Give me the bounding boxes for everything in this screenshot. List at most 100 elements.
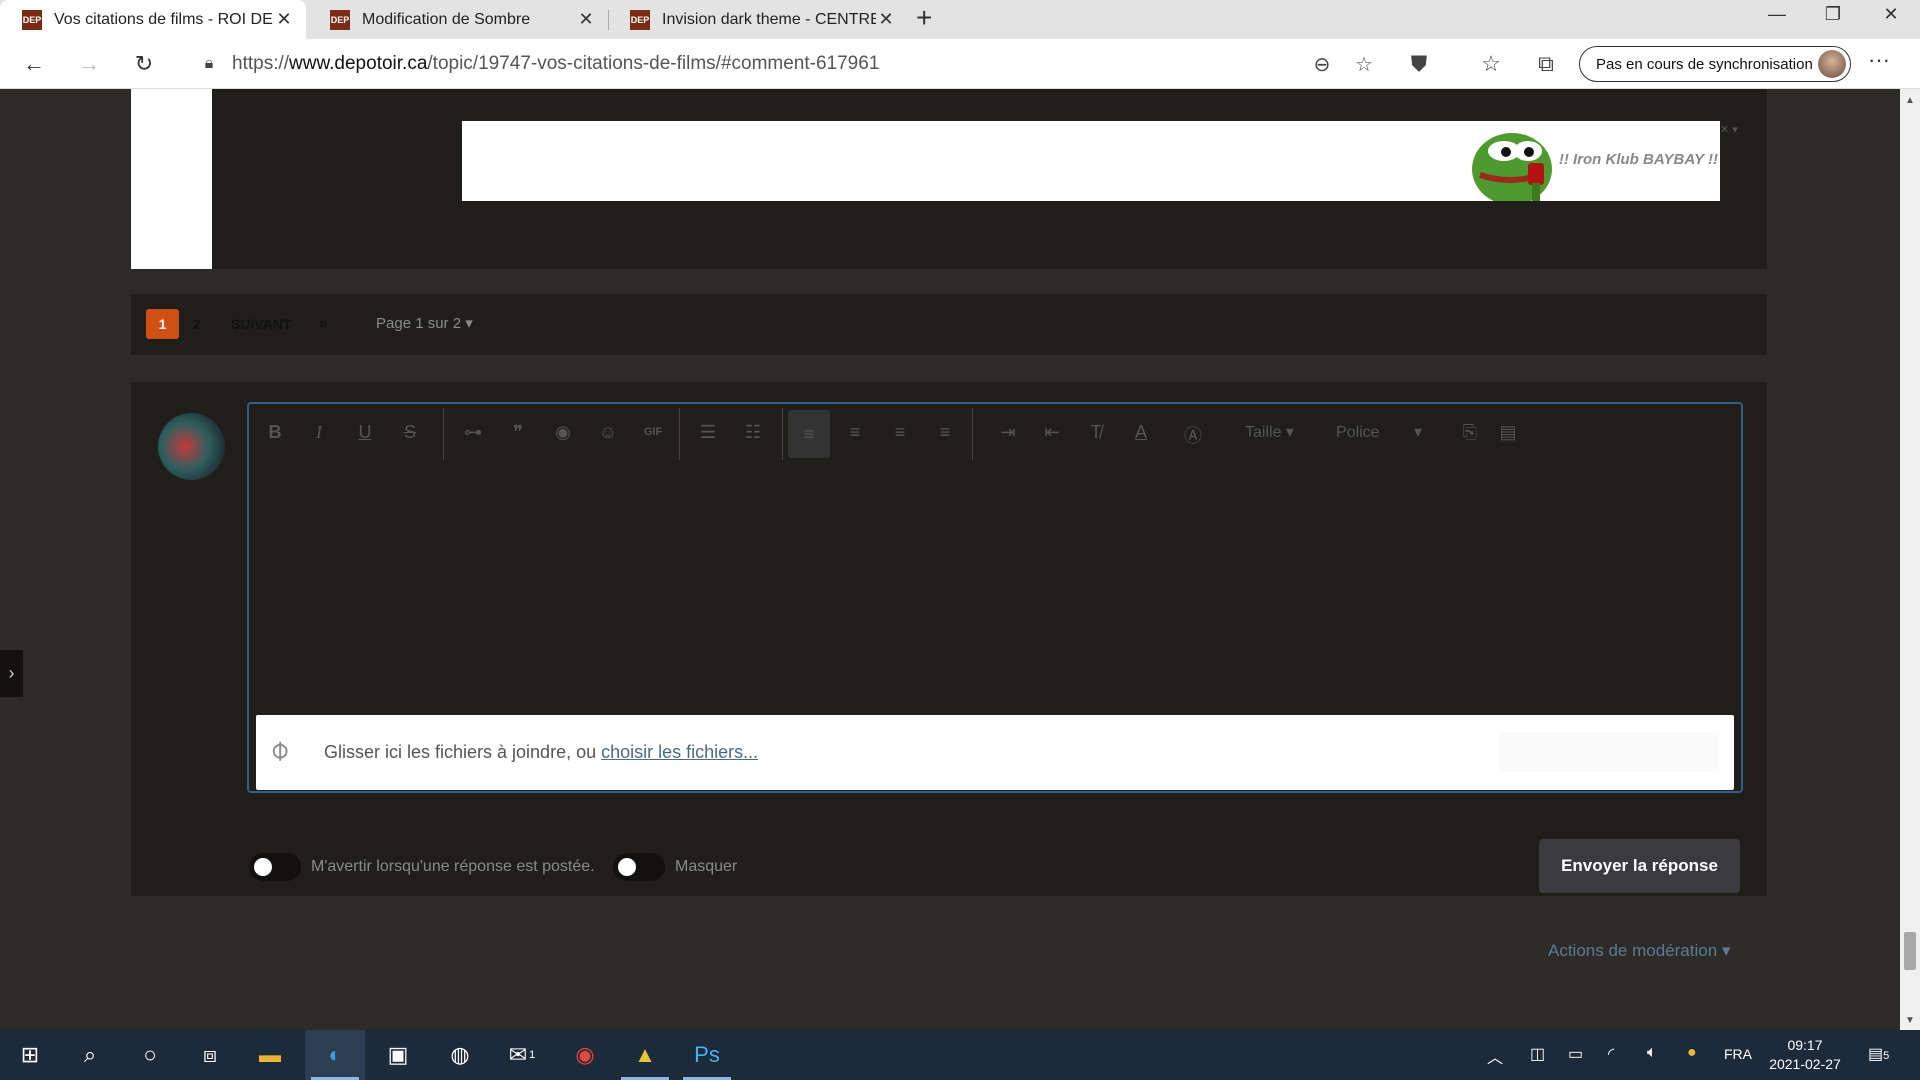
sidebar-expand-chevron-icon[interactable]: › bbox=[0, 650, 23, 697]
notify-option[interactable]: M'avertir lorsqu'une réponse est postée. bbox=[249, 853, 595, 881]
scroll-up-icon[interactable]: ▲ bbox=[1905, 95, 1915, 106]
close-icon[interactable]: ✕ bbox=[876, 9, 896, 30]
outdent-icon[interactable]: ⇤ bbox=[1036, 422, 1068, 443]
store-icon[interactable]: ▣ bbox=[368, 1030, 428, 1080]
mail-icon[interactable]: ✉ 1 bbox=[492, 1030, 552, 1080]
depotoir-favicon-icon: DEP bbox=[22, 9, 42, 30]
search-icon[interactable]: ⌕ bbox=[60, 1030, 120, 1080]
last-page-button[interactable]: » bbox=[319, 309, 328, 339]
clear-format-icon[interactable]: T̸ bbox=[1080, 422, 1112, 443]
moderation-actions-dropdown[interactable]: Actions de modération ▾ bbox=[1548, 941, 1730, 961]
vlc-cone-icon[interactable]: ▲ bbox=[615, 1030, 675, 1080]
background-color-icon[interactable]: Ⓐ bbox=[1177, 422, 1209, 448]
page-1-button[interactable]: 1 bbox=[146, 309, 179, 339]
choose-files-link[interactable]: choisir les fichiers... bbox=[601, 742, 758, 762]
more-menu-icon[interactable]: ··· bbox=[1868, 47, 1890, 73]
collections-icon[interactable]: ⧉ bbox=[1531, 51, 1561, 77]
align-left-icon[interactable]: ≡ bbox=[788, 410, 830, 458]
tab-modification-sombre[interactable]: DEP Modification de Sombre ✕ bbox=[308, 0, 608, 39]
next-page-button[interactable]: SUIVANT bbox=[231, 309, 291, 339]
text-color-icon[interactable]: A bbox=[1125, 422, 1157, 443]
task-view-icon[interactable]: ⧈ bbox=[180, 1030, 240, 1080]
signature-banner: !! Iron Klub BAYBAY !! bbox=[462, 121, 1720, 201]
attachment-dropzone[interactable]: ⌀ Glisser ici les fichiers à joindre, ou… bbox=[256, 715, 1734, 790]
notification-center-icon[interactable]: ▤5 bbox=[1868, 1044, 1889, 1064]
emoji-icon[interactable]: ☺ bbox=[592, 422, 624, 443]
gif-icon[interactable]: GIF bbox=[637, 426, 669, 438]
rich-text-editor[interactable]: B I U S ⊶ ❞ ◉ ☺ GIF ☰ ☷ ≡ ≡ ≡ ≡ ⇥ ⇤ T̸ A… bbox=[247, 402, 1743, 793]
hide-option[interactable]: Masquer bbox=[613, 853, 737, 881]
source-code-icon[interactable]: ⎘ bbox=[1454, 422, 1486, 443]
close-icon[interactable]: ✕ bbox=[274, 9, 294, 30]
reply-form: B I U S ⊶ ❞ ◉ ☺ GIF ☰ ☷ ≡ ≡ ≡ ≡ ⇥ ⇤ T̸ A… bbox=[131, 382, 1767, 896]
minimize-icon[interactable]: — bbox=[1762, 4, 1792, 25]
bold-icon[interactable]: B bbox=[259, 422, 291, 443]
page-scrollbar[interactable]: ▲ ▼ bbox=[1900, 89, 1920, 1030]
caret-down-icon: ▾ bbox=[465, 315, 473, 332]
wifi-icon[interactable]: ◜ bbox=[1608, 1044, 1614, 1064]
shield-extension-icon[interactable]: ⛊ bbox=[1404, 51, 1434, 77]
sync-label: Pas en cours de synchronisation bbox=[1596, 55, 1813, 73]
file-explorer-icon[interactable]: ▬ bbox=[240, 1030, 300, 1080]
strikethrough-icon[interactable]: S bbox=[394, 422, 426, 443]
new-tab-plus-icon[interactable]: + bbox=[916, 2, 932, 34]
lock-icon[interactable]: 🔒︎ bbox=[194, 55, 224, 73]
italic-icon[interactable]: I bbox=[303, 422, 335, 443]
page-2-button[interactable]: 2 bbox=[193, 309, 201, 339]
align-center-icon[interactable]: ≡ bbox=[839, 422, 871, 443]
volume-icon[interactable]: 🔈︎ bbox=[1647, 1044, 1657, 1062]
font-family-dropdown[interactable]: Police ▾ bbox=[1336, 422, 1422, 442]
indent-icon[interactable]: ⇥ bbox=[992, 422, 1024, 443]
photoshop-icon[interactable]: Ps bbox=[677, 1030, 737, 1080]
restore-icon[interactable]: ❐ bbox=[1818, 4, 1848, 25]
post-menu-caret-icon[interactable]: ✕ ▾ bbox=[1720, 123, 1738, 136]
refresh-icon[interactable]: ↻ bbox=[128, 48, 160, 80]
bulleted-list-icon[interactable]: ☰ bbox=[692, 422, 724, 443]
windows-start-icon[interactable]: ⊞ bbox=[0, 1030, 60, 1080]
notify-toggle[interactable] bbox=[249, 853, 301, 881]
scroll-down-icon[interactable]: ▼ bbox=[1905, 1015, 1915, 1026]
page-jump-dropdown[interactable]: Page 1 sur 2 ▾ bbox=[376, 309, 473, 339]
weather-icon[interactable]: ● bbox=[1687, 1044, 1697, 1062]
toolbar-divider bbox=[679, 408, 680, 460]
window-close-icon[interactable]: ✕ bbox=[1876, 4, 1906, 25]
add-favorite-star-icon[interactable]: ☆ bbox=[1343, 52, 1385, 77]
sync-status-button[interactable]: Pas en cours de synchronisation bbox=[1579, 46, 1851, 82]
font-size-dropdown[interactable]: Taille ▾ bbox=[1245, 422, 1294, 442]
cortana-icon[interactable]: ○ bbox=[120, 1030, 180, 1080]
clock-date: 2021-02-27 bbox=[1769, 1056, 1841, 1072]
battery-icon[interactable]: ▭ bbox=[1568, 1044, 1583, 1064]
url-text[interactable]: https://www.depotoir.ca/topic/19747-vos-… bbox=[232, 53, 1301, 75]
justify-icon[interactable]: ≡ bbox=[929, 422, 961, 443]
notify-label: M'avertir lorsqu'une réponse est postée. bbox=[311, 858, 595, 875]
back-arrow-icon[interactable]: ← bbox=[18, 48, 50, 80]
windows-taskbar: ⊞ ⌕ ○ ⧈ ▬ ◐ ▣ ◍ ✉ 1 ◉ ▲ Ps ︿ ◫ ▭ ◜ 🔈︎ ● F… bbox=[0, 1030, 1920, 1080]
tab-invision-dark-theme[interactable]: DEP Invision dark theme - CENTRE DE ✕ bbox=[608, 0, 908, 39]
meet-now-icon[interactable]: ◫ bbox=[1530, 1044, 1545, 1064]
submit-reply-button[interactable]: Envoyer la réponse bbox=[1539, 839, 1740, 893]
tray-overflow-chevron-icon[interactable]: ︿ bbox=[1487, 1044, 1503, 1068]
chrome-icon[interactable]: ◉ bbox=[555, 1030, 615, 1080]
hide-toggle[interactable] bbox=[613, 853, 665, 881]
language-indicator[interactable]: FRA bbox=[1724, 1046, 1752, 1062]
favorites-icon[interactable]: ☆ bbox=[1476, 51, 1506, 77]
link-icon[interactable]: ⊶ bbox=[457, 422, 489, 443]
spoiler-eye-icon[interactable]: ◉ bbox=[547, 422, 579, 443]
close-icon[interactable]: ✕ bbox=[576, 9, 596, 30]
system-clock[interactable]: 09:17 2021-02-27 bbox=[1760, 1036, 1850, 1074]
edge-browser-icon[interactable]: ◐ bbox=[305, 1030, 365, 1080]
scroll-thumb[interactable] bbox=[1904, 932, 1916, 970]
signature-text: !! Iron Klub BAYBAY !! bbox=[1558, 151, 1718, 168]
numbered-list-icon[interactable]: ☷ bbox=[737, 422, 769, 443]
address-bar[interactable]: 🔒︎ https://www.depotoir.ca/topic/19747-v… bbox=[180, 45, 1385, 83]
paperclip-icon: ⌀ bbox=[261, 732, 296, 767]
game-icon[interactable]: ◍ bbox=[430, 1030, 490, 1080]
browser-tab-bar: DEP Vos citations de films - ROI DE LA ✕… bbox=[0, 0, 1920, 39]
zoom-out-icon[interactable]: ⊖ bbox=[1301, 52, 1343, 77]
tab-vos-citations[interactable]: DEP Vos citations de films - ROI DE LA ✕ bbox=[0, 0, 306, 39]
forward-arrow-icon[interactable]: → bbox=[73, 48, 105, 80]
preview-icon[interactable]: ▤ bbox=[1492, 422, 1524, 443]
align-right-icon[interactable]: ≡ bbox=[884, 422, 916, 443]
quote-icon[interactable]: ❞ bbox=[502, 422, 534, 443]
underline-icon[interactable]: U bbox=[349, 422, 381, 443]
